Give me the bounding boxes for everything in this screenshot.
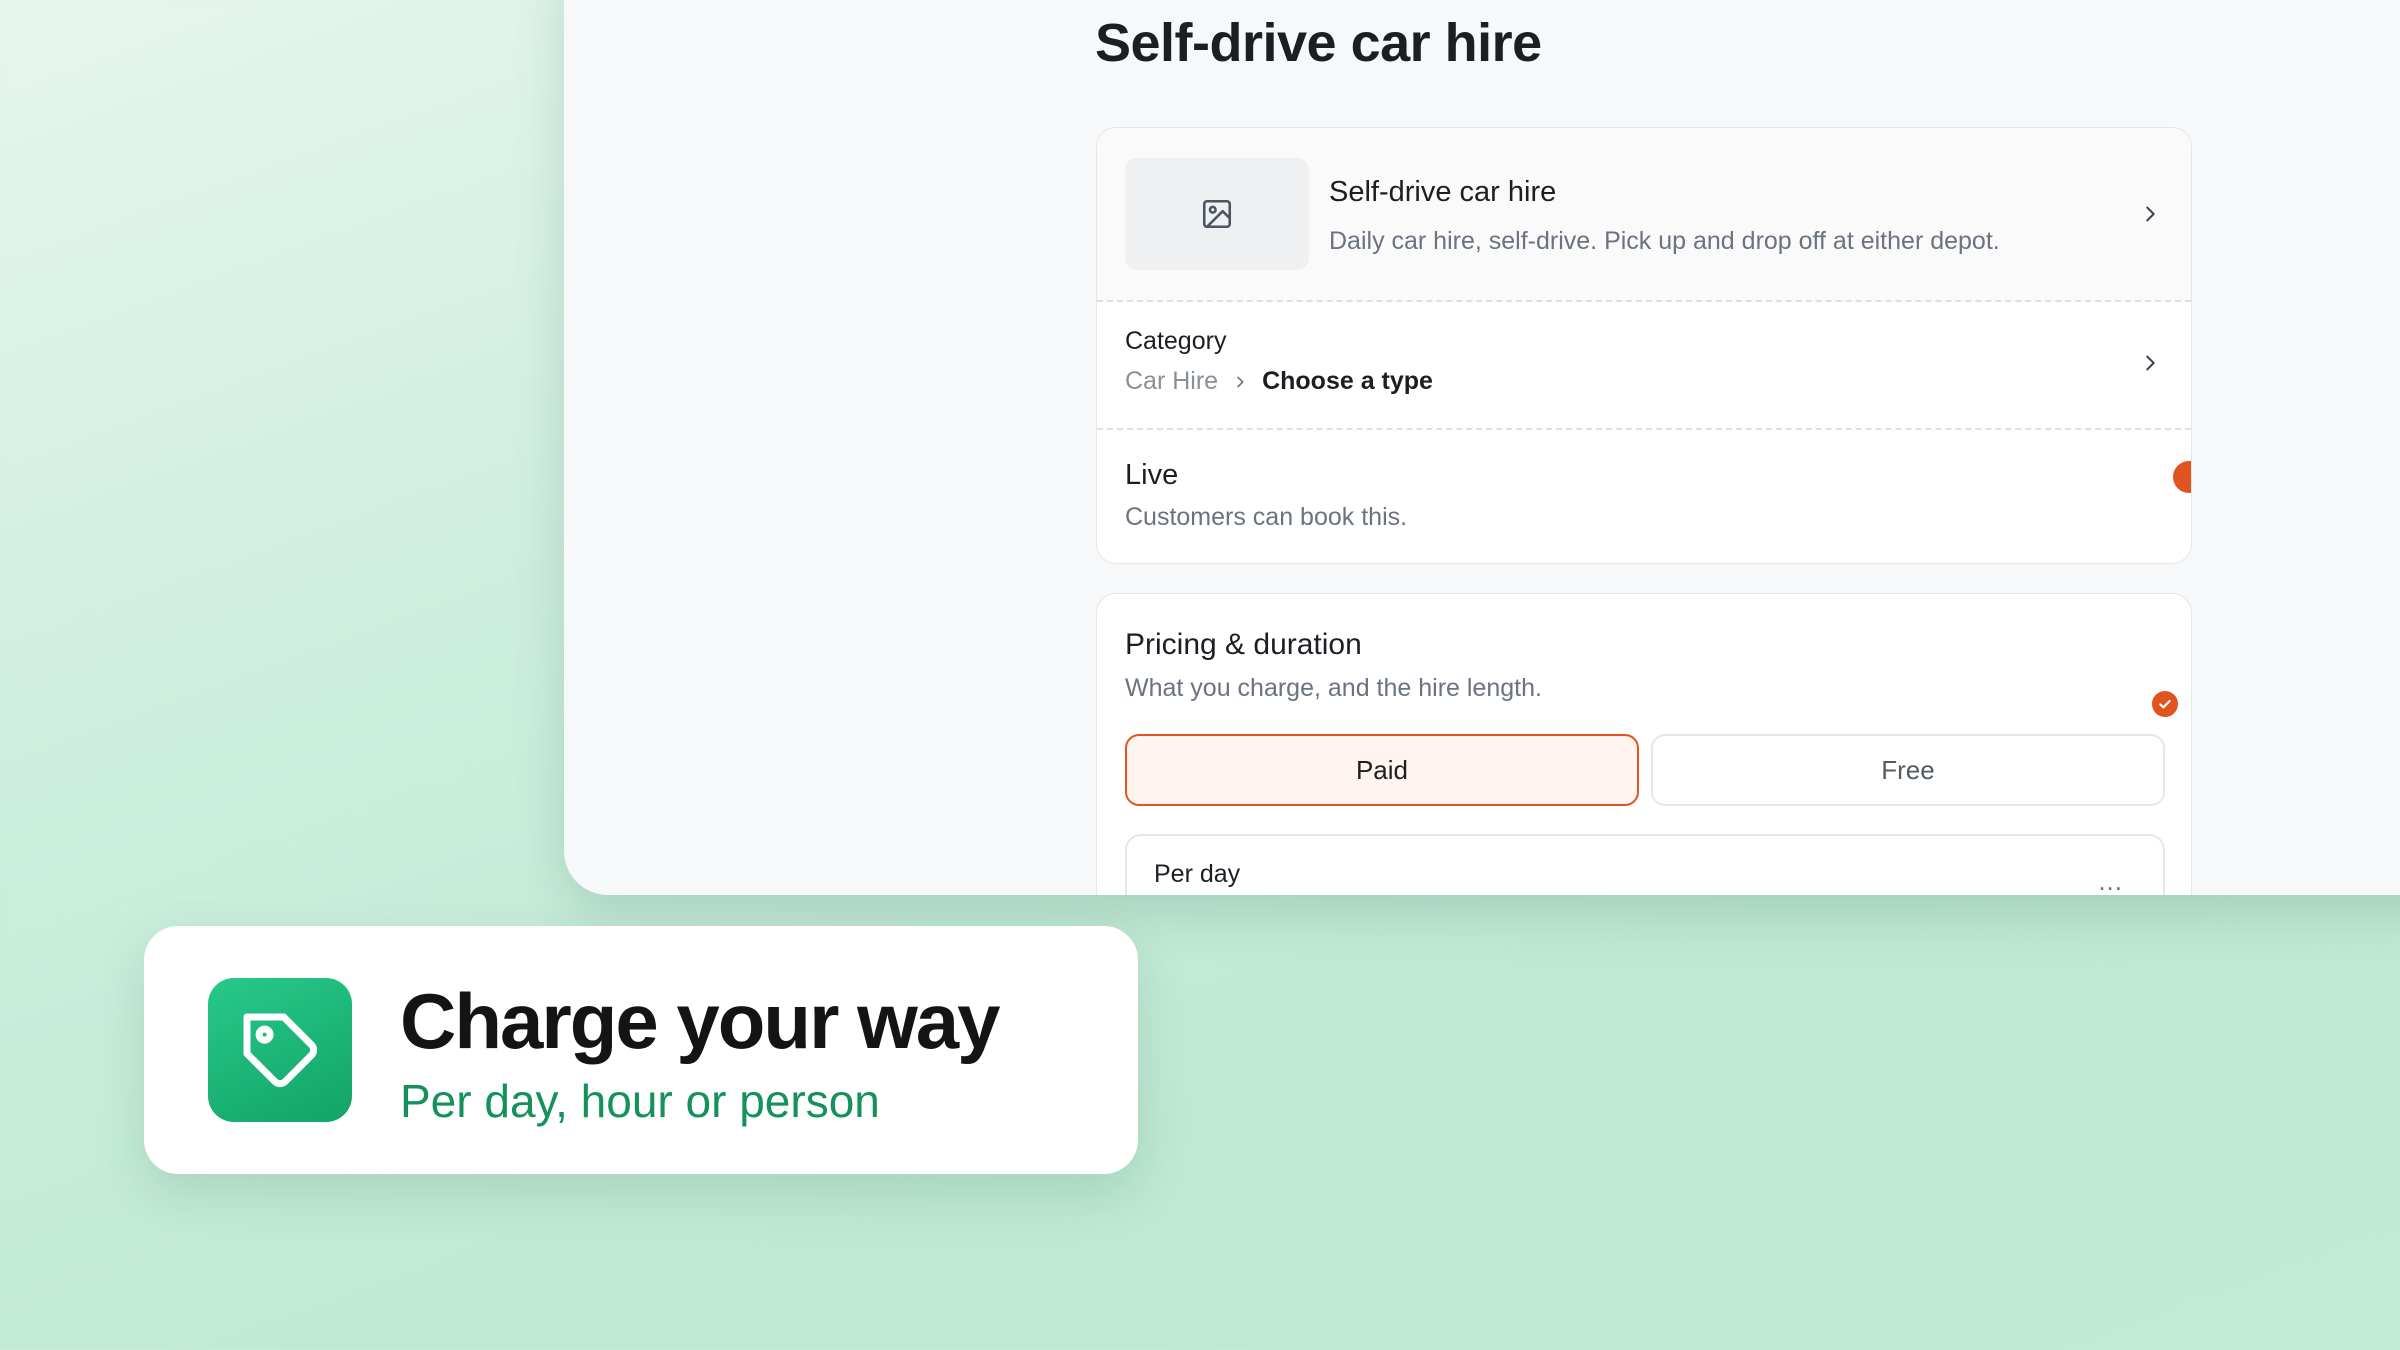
app-window: Self-drive car hire Self-drive car hire …	[564, 0, 2400, 895]
product-image-placeholder[interactable]	[1125, 158, 1309, 270]
pricing-subtitle: What you charge, and the hire length.	[1125, 674, 1542, 702]
tag-icon	[208, 978, 352, 1122]
selected-check-icon	[2149, 688, 2181, 720]
product-description: Daily car hire, self-drive. Pick up and …	[1329, 227, 2000, 255]
more-options-icon[interactable]: ...	[2098, 866, 2123, 895]
feature-title: Charge your way	[400, 977, 1001, 1065]
feature-callout: Charge your way Per day, hour or person	[144, 926, 1138, 1174]
product-row[interactable]: Self-drive car hire Daily car hire, self…	[1097, 128, 2191, 302]
category-row[interactable]: Category Car Hire Choose a type	[1097, 300, 2191, 430]
chevron-right-icon	[2146, 206, 2155, 222]
live-row: Live Customers can book this.	[1097, 428, 2191, 563]
category-label: Category	[1125, 327, 1227, 355]
breadcrumb-chevron-icon	[1232, 374, 1248, 390]
feature-subtitle: Per day, hour or person	[400, 1075, 880, 1127]
category-breadcrumb: Car Hire Choose a type	[1125, 367, 1433, 396]
category-parent: Car Hire	[1125, 367, 1219, 395]
per-day-rate-pane[interactable]: Per day ...	[1125, 834, 2165, 895]
live-title: Live	[1125, 459, 1179, 491]
pricing-title: Pricing & duration	[1125, 628, 1362, 661]
page-title: Self-drive car hire	[1095, 13, 1542, 73]
product-title: Self-drive car hire	[1329, 176, 1557, 208]
chevron-right-icon	[2146, 355, 2155, 371]
live-toggle[interactable]	[2173, 461, 2191, 493]
paid-option[interactable]: Paid	[1125, 734, 1639, 806]
category-current: Choose a type	[1262, 367, 1433, 395]
per-day-label: Per day	[1154, 860, 1241, 888]
live-subtitle: Customers can book this.	[1125, 503, 1408, 531]
image-icon	[1202, 199, 1232, 229]
product-settings-card: Self-drive car hire Daily car hire, self…	[1096, 127, 2192, 564]
free-option[interactable]: Free	[1651, 734, 2165, 806]
pricing-card: Pricing & duration What you charge, and …	[1096, 593, 2192, 895]
